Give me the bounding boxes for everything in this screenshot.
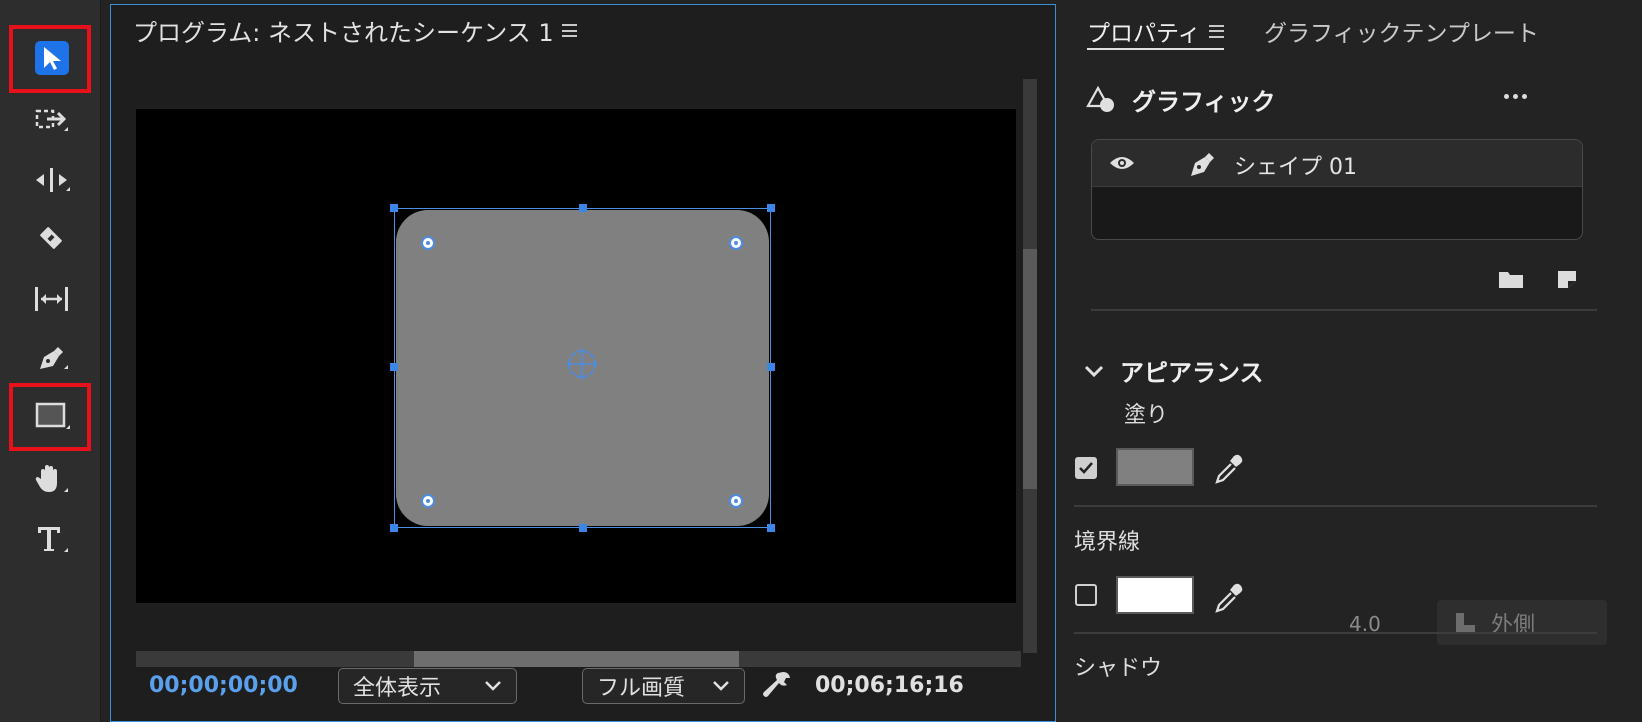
graphic-shapes-icon [1086, 85, 1114, 112]
resize-handle-bottom[interactable] [579, 524, 587, 532]
graphic-section-title: グラフィック [1132, 88, 1276, 116]
resize-handle-top-right[interactable] [767, 204, 775, 212]
fill-checkbox[interactable] [1075, 457, 1097, 479]
layers-list[interactable]: シェイプ 01 [1091, 139, 1583, 240]
chevron-down-icon [1084, 365, 1104, 377]
ripple-edit-tool-button[interactable] [22, 153, 82, 207]
highlight-selection-tool [9, 25, 91, 93]
graphic-section-header: グラフィック [1086, 82, 1276, 117]
resize-handle-top[interactable] [579, 204, 587, 212]
divider [1074, 505, 1597, 507]
resize-handle-left[interactable] [390, 363, 398, 371]
current-timecode[interactable]: 00;00;00;00 [149, 673, 298, 698]
anchor-point-icon[interactable] [564, 346, 600, 382]
track-select-tool-button[interactable] [22, 93, 82, 147]
horizontal-scrollbar-thumb[interactable] [414, 651, 739, 667]
type-tool-button[interactable] [22, 512, 82, 566]
divider [1074, 632, 1597, 634]
program-monitor-title[interactable]: プログラム: ネストされたシーケンス 1 [133, 13, 577, 48]
active-tab-indicator [1087, 48, 1224, 50]
corner-radius-handle-top-left[interactable] [421, 236, 435, 250]
checkmark-icon [1079, 462, 1093, 474]
program-monitor: プログラム: ネストされたシーケンス 1 00;00;00;00 全体表示 フル… [110, 4, 1056, 722]
corner-radius-handle-bottom-left[interactable] [421, 494, 435, 508]
tab-properties-label: プロパティ [1087, 21, 1201, 47]
track-select-icon [35, 109, 68, 131]
panel-menu-icon[interactable] [561, 24, 577, 37]
layer-row[interactable]: シェイプ 01 [1092, 140, 1582, 187]
playback-quality-dropdown[interactable]: フル画質 [582, 668, 745, 704]
eye-icon[interactable] [1108, 154, 1136, 172]
vertical-scrollbar-thumb[interactable] [1023, 249, 1037, 489]
type-icon [38, 527, 68, 552]
pen-icon [40, 347, 68, 369]
vertical-scrollbar[interactable] [1023, 79, 1037, 653]
tab-graphic-templates[interactable]: グラフィックテンプレート [1264, 14, 1539, 48]
razor-tool-button[interactable] [22, 211, 82, 265]
zoom-level-value: 全体表示 [353, 676, 442, 701]
corner-radius-handle-top-right[interactable] [729, 236, 743, 250]
panel-menu-icon[interactable] [1208, 24, 1224, 38]
shadow-label: シャドウ [1074, 656, 1163, 681]
eyedropper-icon[interactable] [1214, 453, 1244, 485]
stroke-checkbox[interactable] [1075, 584, 1097, 606]
slip-tool-button[interactable] [22, 272, 82, 326]
stroke-color-swatch[interactable] [1116, 576, 1194, 614]
properties-panel: プロパティ グラフィックテンプレート グラフィック シェイプ 01 アピアランス… [1064, 0, 1642, 722]
resize-handle-bottom-right[interactable] [767, 524, 775, 532]
eyedropper-icon[interactable] [1214, 582, 1244, 614]
program-title-text: プログラム: ネストされたシーケンス 1 [133, 19, 554, 47]
folder-icon[interactable] [1497, 268, 1525, 290]
chevron-down-icon [713, 681, 729, 691]
zoom-level-dropdown[interactable]: 全体表示 [338, 668, 517, 704]
stroke-outside-icon [1456, 612, 1475, 633]
playback-quality-value: フル画質 [597, 676, 686, 701]
slip-icon [35, 287, 68, 311]
razor-icon [40, 227, 62, 249]
chevron-down-icon [485, 681, 501, 691]
stroke-align-dropdown[interactable]: 外側 [1437, 600, 1607, 645]
sequence-duration: 00;06;16;16 [815, 673, 964, 698]
pen-tool-button[interactable] [22, 331, 82, 385]
appearance-section-header[interactable]: アピアランス [1084, 353, 1264, 388]
stroke-align-value: 外側 [1491, 612, 1536, 638]
resize-handle-right[interactable] [767, 363, 775, 371]
wrench-icon[interactable] [761, 669, 793, 701]
hand-tool-button[interactable] [22, 452, 82, 506]
fill-label: 塗り [1124, 403, 1169, 428]
pen-icon [1191, 153, 1214, 176]
new-layer-icon[interactable] [1555, 268, 1579, 290]
appearance-section-title: アピアランス [1120, 359, 1264, 387]
tab-properties[interactable]: プロパティ [1087, 14, 1224, 48]
ripple-edit-icon [36, 168, 70, 192]
resize-handle-bottom-left[interactable] [390, 524, 398, 532]
resize-handle-top-left[interactable] [390, 204, 398, 212]
fill-color-swatch[interactable] [1116, 448, 1194, 486]
video-canvas[interactable] [136, 109, 1016, 603]
hand-icon [35, 465, 68, 492]
horizontal-scrollbar[interactable] [136, 651, 1021, 667]
corner-radius-handle-bottom-right[interactable] [729, 494, 743, 508]
highlight-rectangle-tool [9, 383, 91, 451]
tools-panel [0, 0, 101, 722]
more-options-icon[interactable] [1504, 94, 1527, 99]
divider [1091, 309, 1597, 311]
stroke-label: 境界線 [1074, 530, 1141, 555]
layer-name: シェイプ 01 [1234, 155, 1357, 180]
